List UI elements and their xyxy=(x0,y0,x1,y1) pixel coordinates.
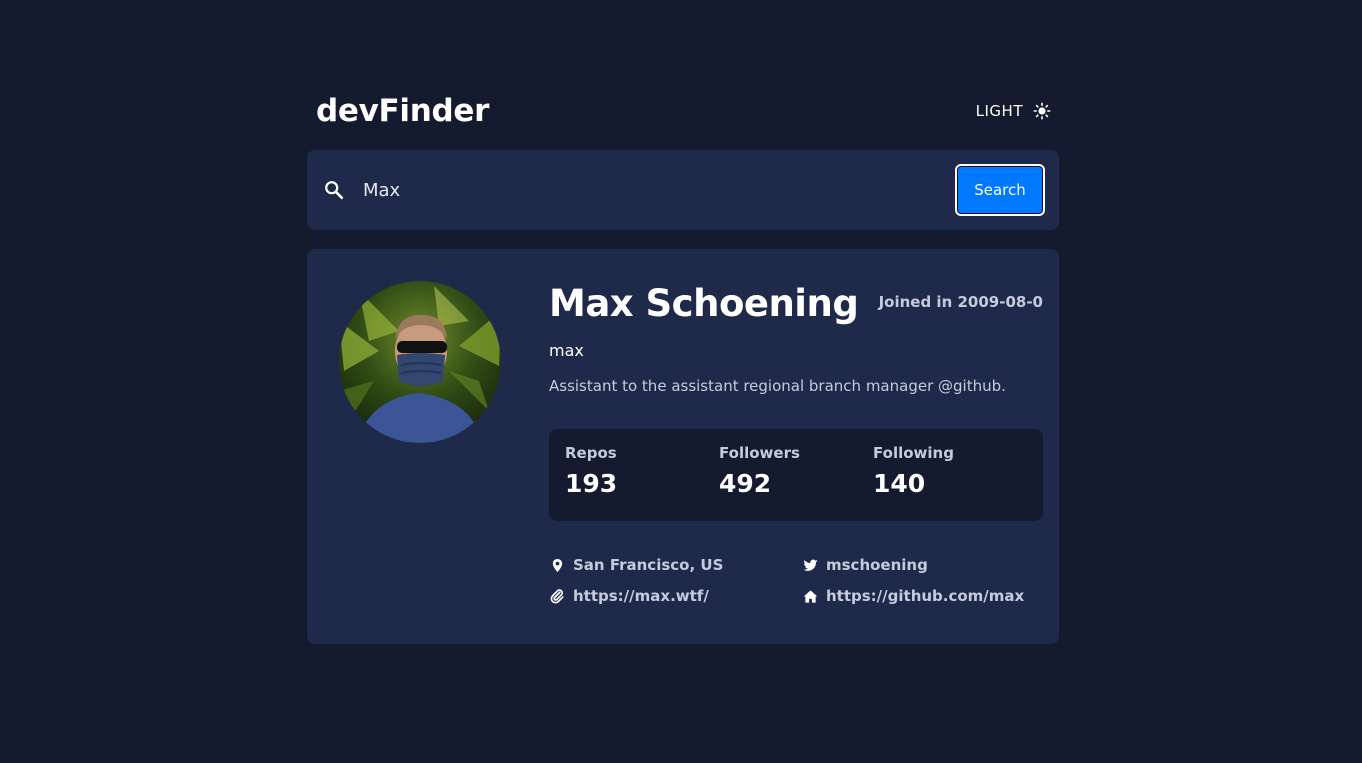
stat-label: Following xyxy=(873,444,954,462)
search-button[interactable]: Search xyxy=(955,164,1045,216)
profile-name: Max Schoening xyxy=(549,282,859,325)
stat-following: Following 140 xyxy=(873,444,1027,521)
twitter-text: mschoening xyxy=(826,556,928,574)
stat-label: Followers xyxy=(719,444,800,462)
website-url[interactable]: https://max.wtf/ xyxy=(573,587,709,605)
profile-bio: Assistant to the assistant regional bran… xyxy=(549,377,1006,395)
profile-links: San Francisco, US mschoening https://max… xyxy=(549,556,1043,605)
paperclip-icon xyxy=(549,588,565,604)
stat-value: 193 xyxy=(565,469,618,498)
search-icon xyxy=(323,179,345,201)
name-row: Max Schoening Joined in 2009-08-0 xyxy=(549,281,1043,327)
avatar xyxy=(339,281,501,443)
stat-value: 492 xyxy=(719,469,772,498)
sun-icon xyxy=(1033,102,1051,120)
search-input[interactable] xyxy=(363,179,955,201)
stat-followers: Followers 492 xyxy=(719,444,873,521)
stats-panel: Repos 193 Followers 492 Following 140 xyxy=(549,429,1043,521)
company-text: https://github.com/max xyxy=(826,587,1025,605)
search-bar: Search xyxy=(307,150,1059,230)
joined-date: Joined in 2009-08-0 xyxy=(878,293,1043,311)
stat-value: 140 xyxy=(873,469,926,498)
theme-toggle[interactable]: LIGHT xyxy=(976,102,1051,120)
profile-login[interactable]: max xyxy=(549,341,1043,360)
location-pin-icon xyxy=(549,557,565,573)
profile-info: Max Schoening Joined in 2009-08-0 max As… xyxy=(549,281,1043,605)
location-text: San Francisco, US xyxy=(573,556,724,574)
company-link[interactable]: https://github.com/max xyxy=(802,587,1042,605)
twitter-icon xyxy=(802,557,818,573)
profile-card: Max Schoening Joined in 2009-08-0 max As… xyxy=(307,249,1059,644)
app-container: devFinder LIGHT Max Search Max Schoening… xyxy=(307,88,1059,644)
website-link[interactable]: https://max.wtf/ xyxy=(549,587,802,605)
stat-label: Repos xyxy=(565,444,617,462)
header: devFinder LIGHT xyxy=(307,88,1059,134)
twitter-link[interactable]: mschoening xyxy=(802,556,1042,574)
home-icon xyxy=(802,588,818,604)
theme-label: LIGHT xyxy=(975,102,1023,120)
stat-repos: Repos 193 xyxy=(565,444,719,521)
app-logo: devFinder xyxy=(316,93,490,129)
location-link: San Francisco, US xyxy=(549,556,802,574)
